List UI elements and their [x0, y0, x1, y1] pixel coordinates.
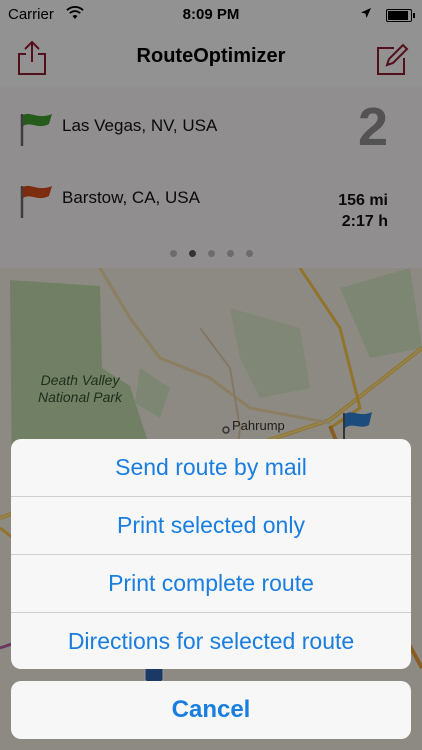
send-route-by-mail-button[interactable]: Send route by mail: [11, 439, 411, 497]
print-complete-route-button[interactable]: Print complete route: [11, 555, 411, 613]
directions-button[interactable]: Directions for selected route: [11, 613, 411, 669]
action-sheet: Send route by mail Print selected only P…: [11, 439, 411, 669]
cancel-button[interactable]: Cancel: [11, 681, 411, 739]
print-selected-button[interactable]: Print selected only: [11, 497, 411, 555]
